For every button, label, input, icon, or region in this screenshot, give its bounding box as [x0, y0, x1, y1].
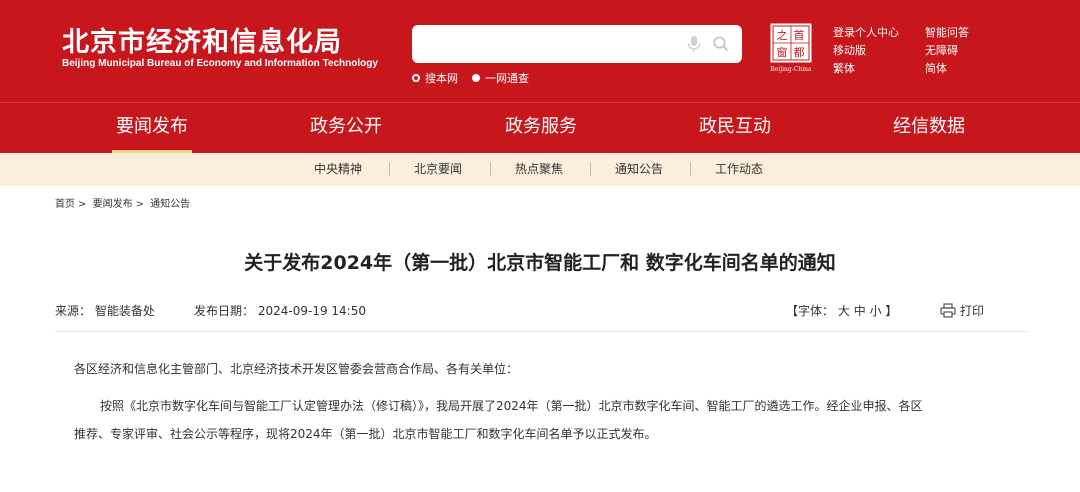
printer-icon [940, 303, 956, 318]
subnav-beijing-news[interactable]: 北京要闻 [414, 153, 462, 186]
source-label: 来源： [55, 304, 92, 318]
breadcrumb: 首页 > 要闻发布 > 通知公告 [55, 195, 193, 210]
subnav-central-spirit[interactable]: 中央精神 [314, 153, 362, 186]
subnav-divider [590, 162, 591, 176]
search-input[interactable] [424, 33, 678, 57]
breadcrumb-separator: > [135, 199, 144, 210]
subnav-work-updates[interactable]: 工作动态 [715, 153, 763, 186]
microphone-icon[interactable] [685, 35, 703, 53]
login-link[interactable]: 登录个人中心 [833, 24, 899, 40]
subnav-divider [690, 162, 691, 176]
breadcrumb-home[interactable]: 首页 [55, 199, 75, 210]
date-value: 2024-09-19 14:50 [257, 304, 366, 318]
site-subtitle: Beijing Municipal Bureau of Economy and … [62, 58, 378, 69]
article-title: 关于发布2024年（第一批）北京市智能工厂和 数字化车间名单的通知 [244, 252, 836, 274]
nav-data[interactable]: 经信数据 [889, 103, 969, 153]
article-paragraph: 各区经济和信息化主管部门、北京经济技术开发区管委会营商合作局、各有关单位： [74, 362, 519, 376]
radio-selected-icon [412, 74, 420, 82]
scope-site-label: 搜本网 [425, 72, 458, 85]
accessibility-link[interactable]: 无障碍 [925, 42, 958, 58]
source-value: 智能装备处 [94, 304, 155, 318]
search-box [412, 25, 742, 63]
print-label: 打印 [960, 304, 985, 318]
svg-text:Beijing-China: Beijing-China [770, 66, 812, 73]
svg-text:窗: 窗 [777, 45, 788, 59]
subnav-hot-topics[interactable]: 热点聚焦 [515, 153, 563, 186]
simplified-chinese-link[interactable]: 简体 [925, 60, 947, 76]
site-header: 北京市经济和信息化局 Beijing Municipal Bureau of E… [0, 0, 1080, 102]
breadcrumb-separator: > [78, 199, 87, 210]
nav-interaction[interactable]: 政民互动 [695, 103, 775, 153]
subnav-divider [490, 162, 491, 176]
scope-all-label: 一网通查 [485, 72, 529, 85]
search-icon[interactable] [712, 35, 730, 53]
font-size-small[interactable]: 小 [870, 304, 882, 318]
font-size-large[interactable]: 大 [838, 304, 850, 318]
article-source: 来源： 智能装备处 [55, 302, 155, 319]
main-nav: 要闻发布 政务公开 政务服务 政民互动 经信数据 [0, 102, 1080, 153]
sub-nav: 中央精神 北京要闻 热点聚焦 通知公告 工作动态 [0, 153, 1080, 186]
site-title[interactable]: 北京市经济和信息化局 [62, 20, 342, 59]
nav-gov-services[interactable]: 政务服务 [501, 103, 581, 153]
font-size-controls: 【字体： 大 中 小 】 [786, 302, 897, 319]
traditional-chinese-link[interactable]: 繁体 [833, 60, 855, 76]
mobile-link[interactable]: 移动版 [833, 42, 866, 58]
radio-icon [472, 74, 480, 82]
article-paragraph: 按照《北京市数字化车间与智能工厂认定管理办法（修订稿）》，我局开展了2024年（… [100, 399, 923, 413]
meta-divider [55, 331, 1027, 332]
subnav-divider [389, 162, 390, 176]
article-date: 发布日期： 2024-09-19 14:50 [194, 302, 366, 319]
nav-gov-affairs-public[interactable]: 政务公开 [306, 103, 386, 153]
scope-all-option[interactable]: 一网通查 [472, 70, 529, 86]
svg-text:首: 首 [794, 28, 805, 42]
smart-qa-link[interactable]: 智能问答 [925, 24, 969, 40]
font-size-medium[interactable]: 中 [854, 304, 866, 318]
capital-window-logo[interactable]: 首 都 之 窗 Beijing-China [768, 22, 814, 74]
date-label: 发布日期： [194, 304, 255, 318]
scope-site-option[interactable]: 搜本网 [412, 70, 458, 86]
breadcrumb-news[interactable]: 要闻发布 [93, 199, 133, 210]
svg-text:之: 之 [777, 28, 788, 42]
nav-news[interactable]: 要闻发布 [112, 103, 192, 153]
subnav-notices[interactable]: 通知公告 [615, 153, 663, 186]
print-button[interactable]: 打印 [940, 302, 984, 319]
article-paragraph: 推荐、专家评审、社会公示等程序，现将2024年（第一批）北京市智能工厂和数字化车… [74, 427, 657, 441]
breadcrumb-notices[interactable]: 通知公告 [150, 199, 190, 210]
svg-text:都: 都 [794, 46, 805, 59]
font-size-label: 【字体： [786, 304, 835, 318]
font-size-bracket: 】 [885, 304, 898, 318]
